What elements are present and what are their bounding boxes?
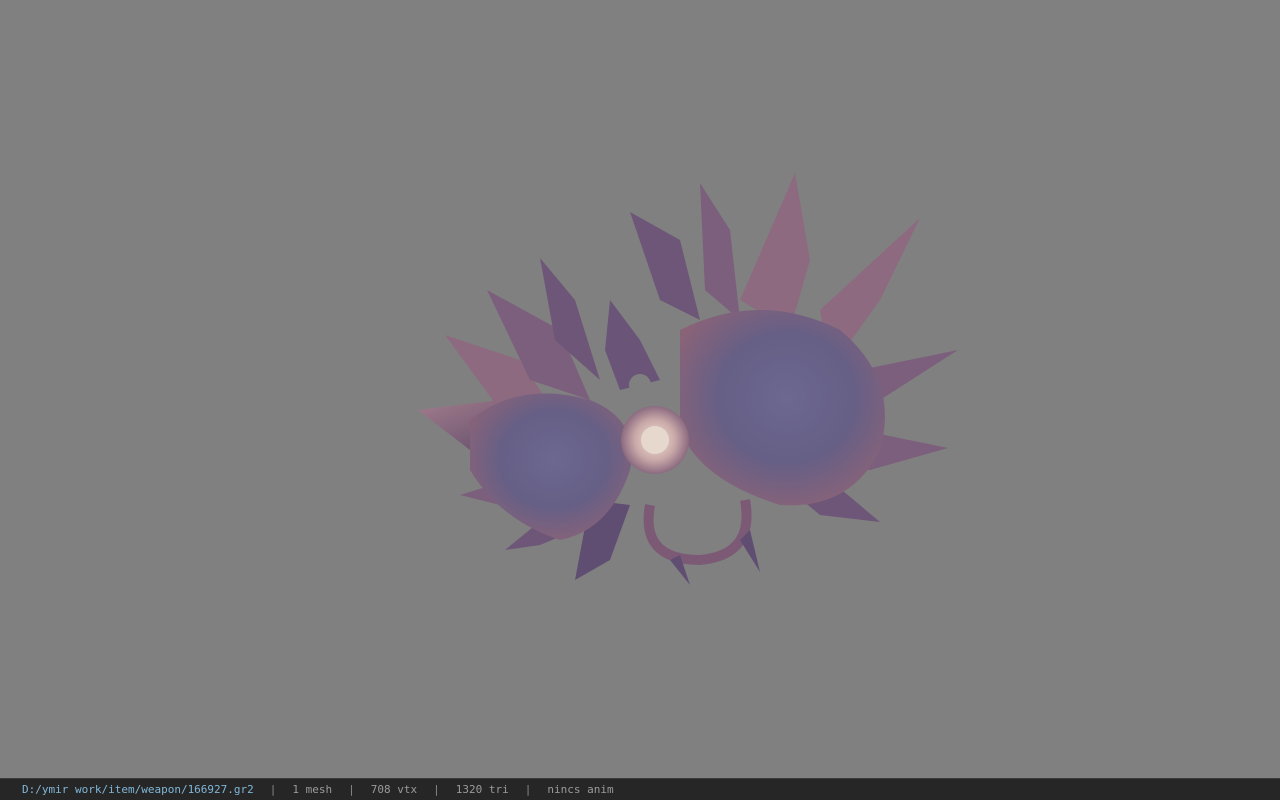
weapon-3d-model bbox=[418, 173, 958, 585]
status-bar: D:/ymir work/item/weapon/166927.gr2 | 1 … bbox=[0, 778, 1280, 800]
separator: | bbox=[524, 783, 532, 796]
mesh-count: 1 mesh bbox=[292, 783, 333, 796]
file-path: D:/ymir work/item/weapon/166927.gr2 bbox=[22, 783, 254, 796]
animation-status: nincs anim bbox=[547, 783, 614, 796]
triangle-count: 1320 tri bbox=[455, 783, 509, 796]
lower-ring bbox=[643, 499, 752, 566]
horn-ring-hole bbox=[629, 374, 651, 396]
right-wing bbox=[630, 173, 958, 522]
separator: | bbox=[348, 783, 355, 796]
left-wing bbox=[418, 258, 632, 580]
separator: | bbox=[269, 783, 277, 796]
center-horn bbox=[605, 300, 660, 390]
3d-viewport[interactable] bbox=[0, 0, 1280, 778]
separator: | bbox=[433, 783, 440, 796]
vertex-count: 708 vtx bbox=[370, 783, 418, 796]
